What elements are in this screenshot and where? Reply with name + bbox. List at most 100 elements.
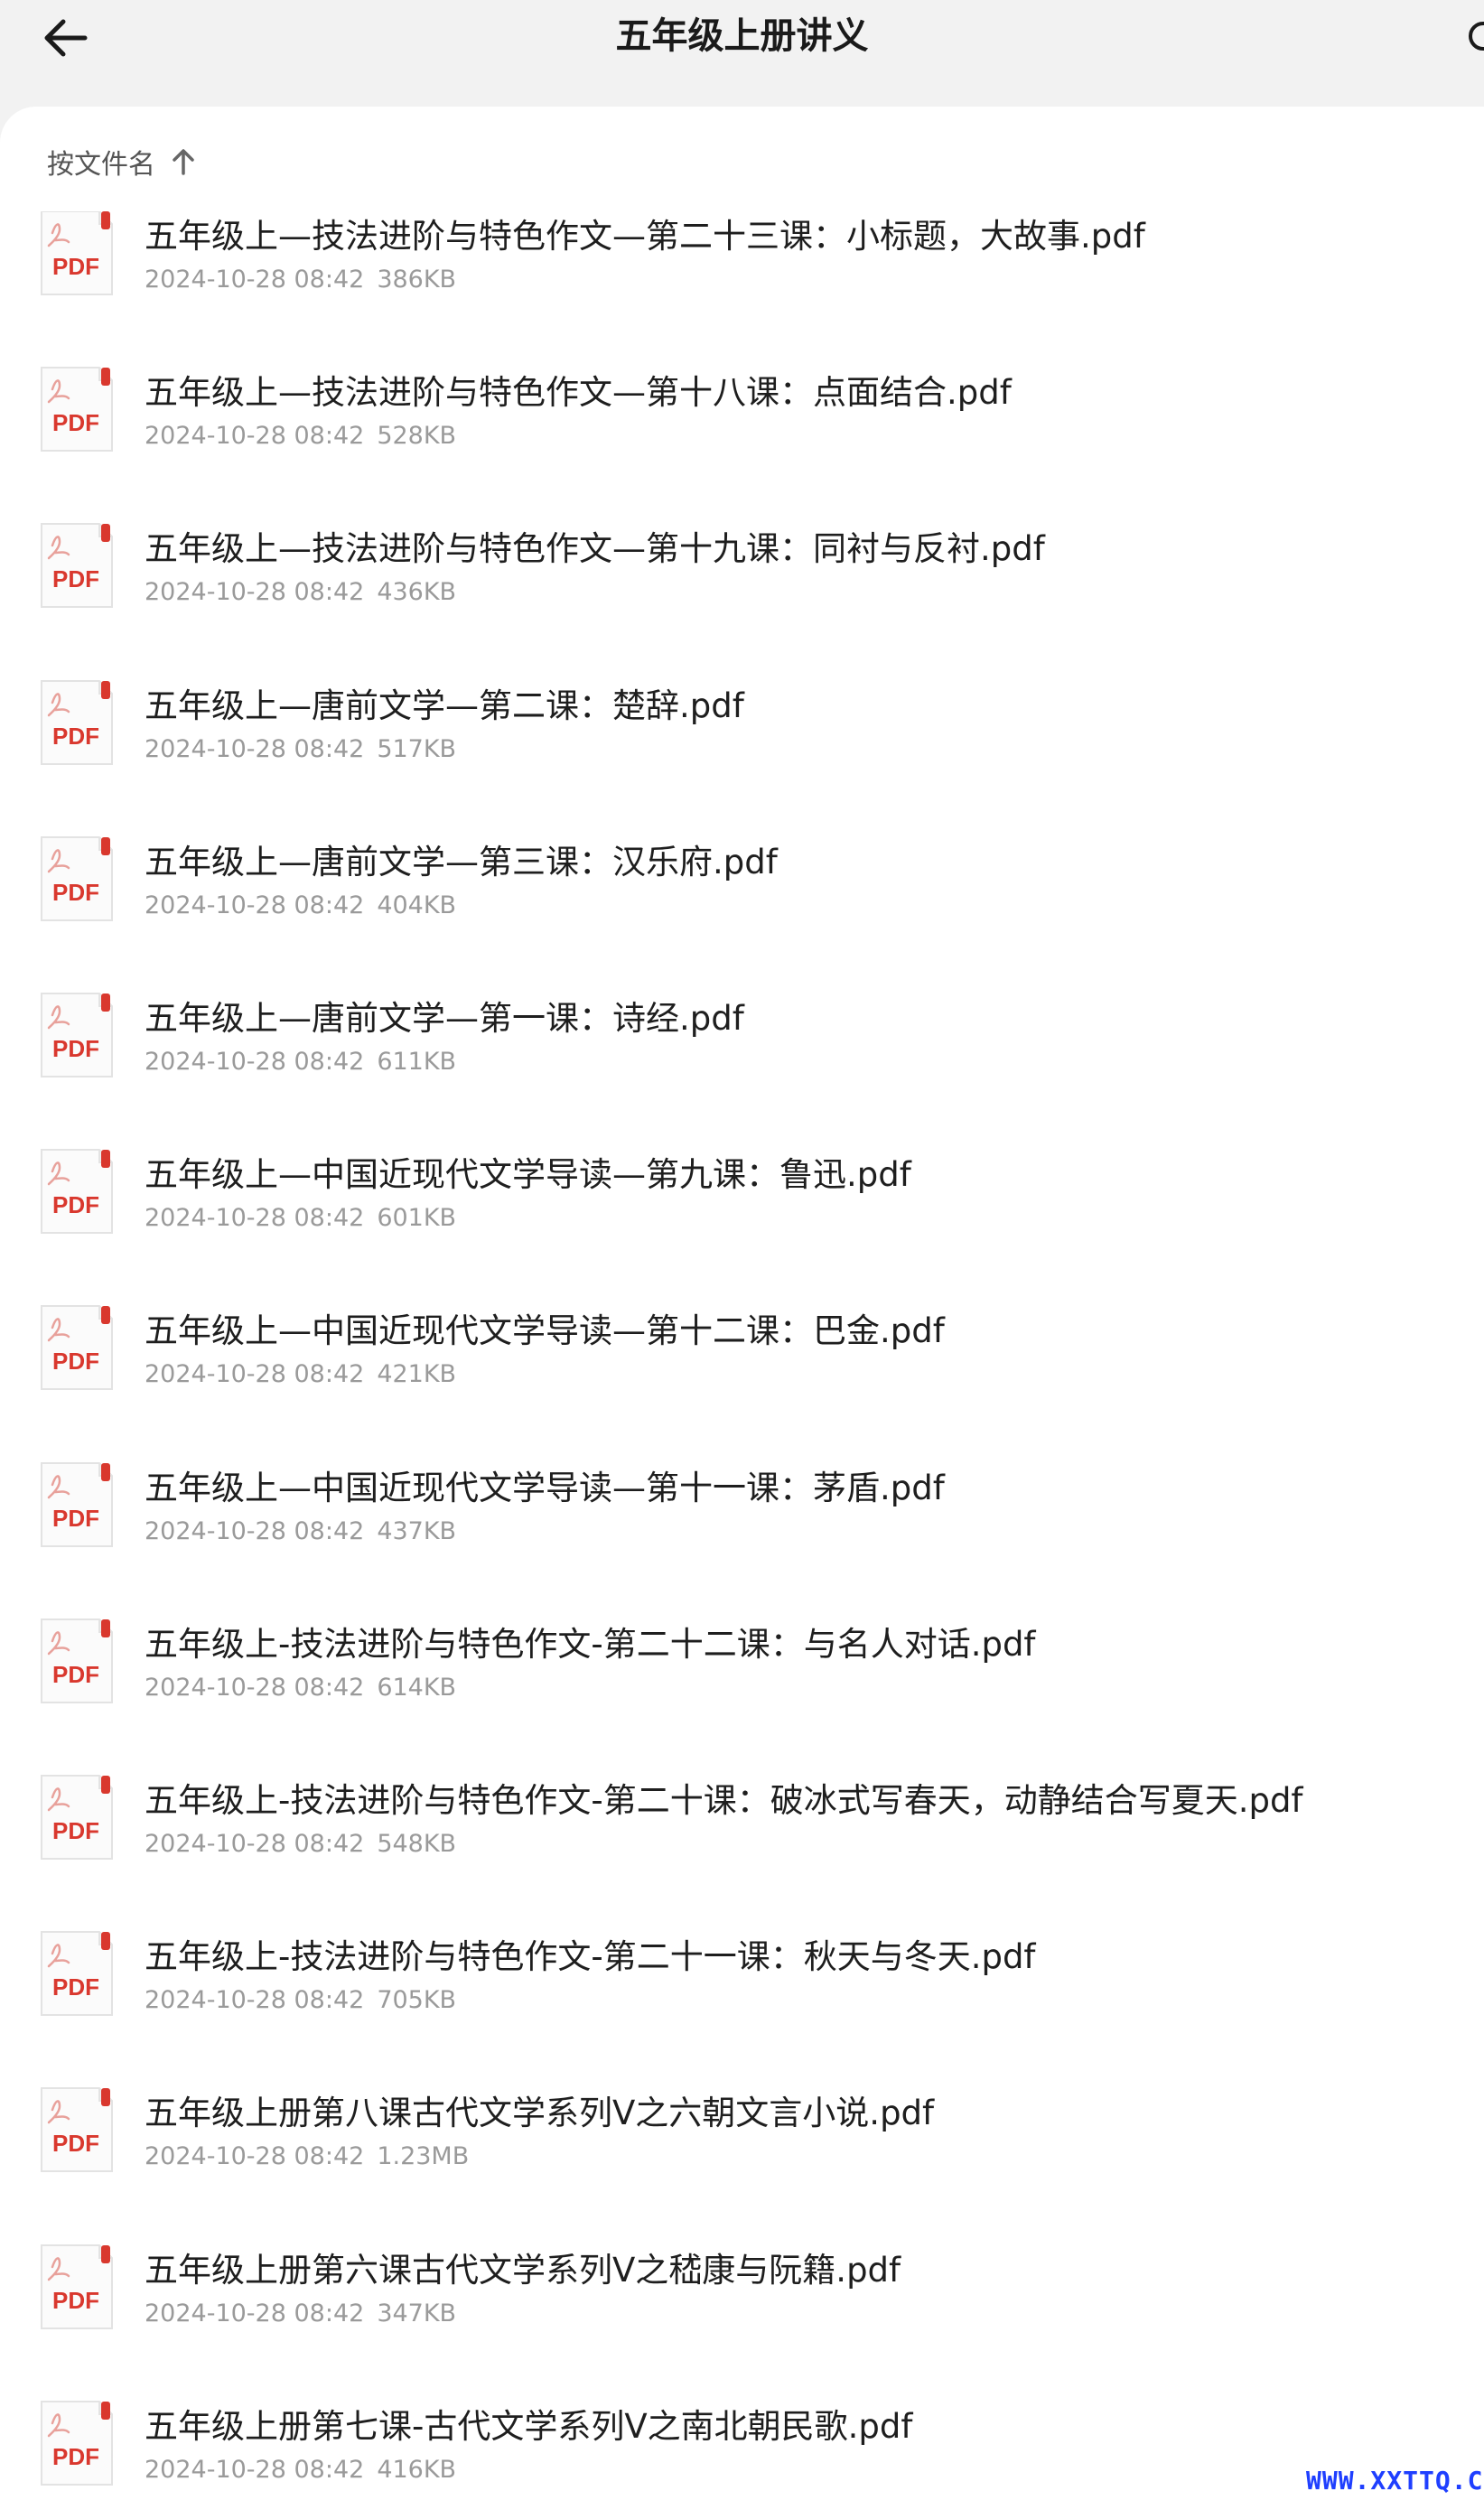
file-date: 2024-10-28 08:42 [145,1360,365,1389]
search-icon [1469,22,1484,51]
file-date: 2024-10-28 08:42 [145,891,365,919]
page-title: 五年级上册讲义 [615,15,869,57]
file-name: 五年级上—技法进阶与特色作文—第十八课：点面结合.pdf [145,373,1012,413]
file-list-item[interactable]: PDF 五年级上—技法进阶与特色作文—第二十三课：小标题，大故事.pdf 202… [0,211,1484,327]
file-date: 2024-10-28 08:42 [145,734,365,763]
file-name: 五年级上—中国近现代文学导读—第九课：鲁迅.pdf [145,1155,911,1195]
pdf-file-icon: PDF [41,835,113,921]
svg-text:PDF: PDF [52,1505,99,1532]
file-size: 404KB [377,891,457,919]
file-date: 2024-10-28 08:42 [145,1048,365,1076]
file-list-item[interactable]: PDF 五年级上—中国近现代文学导读—第十二课：巴金.pdf 2024-10-2… [0,1286,1484,1422]
file-date: 2024-10-28 08:42 [145,1516,365,1545]
file-size: 416KB [377,2455,457,2484]
file-name: 五年级上—中国近现代文学导读—第十二课：巴金.pdf [145,1311,945,1351]
file-size: 614KB [377,1673,457,1702]
file-list-item[interactable]: PDF 五年级上—唐前文学—第一课：诗经.pdf 2024-10-28 08:4… [0,974,1484,1109]
svg-text:PDF: PDF [52,565,99,592]
pdf-file-icon: PDF [41,1149,113,1235]
svg-text:PDF: PDF [52,879,99,906]
file-date: 2024-10-28 08:42 [145,266,365,294]
file-meta: 2024-10-28 08:42 517KB [145,733,456,766]
svg-text:PDF: PDF [52,1817,99,1844]
svg-text:PDF: PDF [52,1191,99,1218]
search-button[interactable] [1465,18,1484,58]
file-name: 五年级上—唐前文学—第二课：楚辞.pdf [145,686,744,725]
file-meta: 2024-10-28 08:42 705KB [145,1984,456,2017]
file-name: 五年级上-技法进阶与特色作文-第二十课：破冰式写春天，动静结合写夏天.pdf [145,1781,1303,1820]
file-date: 2024-10-28 08:42 [145,578,365,607]
file-name: 五年级上册第七课-古代文学系列V之南北朝民歌.pdf [145,2406,913,2446]
file-meta: 2024-10-28 08:42 404KB [145,890,456,922]
file-meta: 2024-10-28 08:42 1.23MB [145,2141,469,2173]
file-date: 2024-10-28 08:42 [145,422,365,451]
pdf-file-icon: PDF [41,523,113,609]
file-size: 347KB [377,2299,457,2327]
file-size: 517KB [377,734,457,763]
file-size: 705KB [377,1986,457,2015]
file-size: 548KB [377,1830,457,1858]
arrow-up-icon [172,148,195,175]
file-list-item[interactable]: PDF 五年级上—技法进阶与特色作文—第十九课：同衬与反衬.pdf 2024-1… [0,504,1484,639]
file-date: 2024-10-28 08:42 [145,1986,365,2015]
file-meta: 2024-10-28 08:42 601KB [145,1202,456,1235]
file-list-item[interactable]: PDF 五年级上册第七课-古代文学系列V之南北朝民歌.pdf 2024-10-2… [0,2382,1484,2500]
file-name: 五年级上—技法进阶与特色作文—第二十三课：小标题，大故事.pdf [145,217,1145,256]
file-name: 五年级上册第六课古代文学系列V之嵇康与阮籍.pdf [145,2250,901,2290]
file-list: PDF 五年级上—技法进阶与特色作文—第二十三课：小标题，大故事.pdf 202… [0,211,1484,2500]
file-meta: 2024-10-28 08:42 437KB [145,1516,456,1548]
file-size: 386KB [377,266,457,294]
file-meta: 2024-10-28 08:42 436KB [145,576,456,609]
file-name: 五年级上册第八课古代文学系列V之六朝文言小说.pdf [145,2094,935,2133]
file-size: 421KB [377,1360,457,1389]
file-list-item[interactable]: PDF 五年级上-技法进阶与特色作文-第二十二课：与名人对话.pdf 2024-… [0,1600,1484,1735]
file-list-item[interactable]: PDF 五年级上—唐前文学—第三课：汉乐府.pdf 2024-10-28 08:… [0,817,1484,953]
file-meta: 2024-10-28 08:42 386KB [145,264,456,296]
file-meta: 2024-10-28 08:42 416KB [145,2454,456,2486]
pdf-file-icon: PDF [41,1931,113,2017]
pdf-file-icon: PDF [41,1618,113,1703]
pdf-file-icon: PDF [41,1461,113,1547]
file-meta: 2024-10-28 08:42 614KB [145,1672,456,1704]
file-list-item[interactable]: PDF 五年级上册第六课古代文学系列V之嵇康与阮籍.pdf 2024-10-28… [0,2225,1484,2361]
file-meta: 2024-10-28 08:42 347KB [145,2298,456,2330]
file-size: 601KB [377,1204,457,1233]
pdf-file-icon: PDF [41,2243,113,2329]
pdf-file-icon: PDF [41,211,113,295]
file-date: 2024-10-28 08:42 [145,2299,365,2327]
svg-text:PDF: PDF [52,1973,99,2001]
file-list-item[interactable]: PDF 五年级上—技法进阶与特色作文—第十八课：点面结合.pdf 2024-10… [0,348,1484,483]
file-date: 2024-10-28 08:42 [145,2142,365,2171]
svg-text:PDF: PDF [52,723,99,750]
pdf-file-icon: PDF [41,367,113,452]
file-meta: 2024-10-28 08:42 528KB [145,420,456,452]
file-list-item[interactable]: PDF 五年级上—中国近现代文学导读—第十一课：茅盾.pdf 2024-10-2… [0,1443,1484,1579]
sort-by-name-button[interactable]: 按文件名 [47,139,195,184]
watermark: WWW.XXTTQ.COM [1306,2466,1484,2495]
pdf-file-icon: PDF [41,1775,113,1860]
file-name: 五年级上—唐前文学—第一课：诗经.pdf [145,999,744,1038]
pdf-file-icon: PDF [41,1305,113,1391]
file-list-item[interactable]: PDF 五年级上—唐前文学—第二课：楚辞.pdf 2024-10-28 08:4… [0,661,1484,797]
pdf-file-icon: PDF [41,2087,113,2173]
file-date: 2024-10-28 08:42 [145,1673,365,1702]
file-list-item[interactable]: PDF 五年级上-技法进阶与特色作文-第二十课：破冰式写春天，动静结合写夏天.p… [0,1756,1484,1891]
file-meta: 2024-10-28 08:42 421KB [145,1358,456,1391]
file-date: 2024-10-28 08:42 [145,2455,365,2484]
file-list-item[interactable]: PDF 五年级上—中国近现代文学导读—第九课：鲁迅.pdf 2024-10-28… [0,1130,1484,1265]
svg-text:PDF: PDF [52,1035,99,1062]
file-list-item[interactable]: PDF 五年级上册第八课古代文学系列V之六朝文言小说.pdf 2024-10-2… [0,2068,1484,2204]
file-meta: 2024-10-28 08:42 548KB [145,1828,456,1861]
file-list-item[interactable]: PDF 五年级上-技法进阶与特色作文-第二十一课：秋天与冬天.pdf 2024-… [0,1912,1484,2048]
pdf-file-icon: PDF [41,993,113,1077]
pdf-file-icon: PDF [41,2400,113,2486]
file-name: 五年级上-技法进阶与特色作文-第二十二课：与名人对话.pdf [145,1624,1036,1664]
svg-text:PDF: PDF [52,2130,99,2157]
file-name: 五年级上-技法进阶与特色作文-第二十一课：秋天与冬天.pdf [145,1937,1036,1977]
top-bar: 五年级上册讲义 [0,0,1484,107]
svg-text:PDF: PDF [52,1348,99,1375]
file-size: 528KB [377,422,457,451]
svg-text:PDF: PDF [52,2443,99,2470]
svg-text:PDF: PDF [52,2287,99,2314]
svg-text:PDF: PDF [52,1661,99,1688]
